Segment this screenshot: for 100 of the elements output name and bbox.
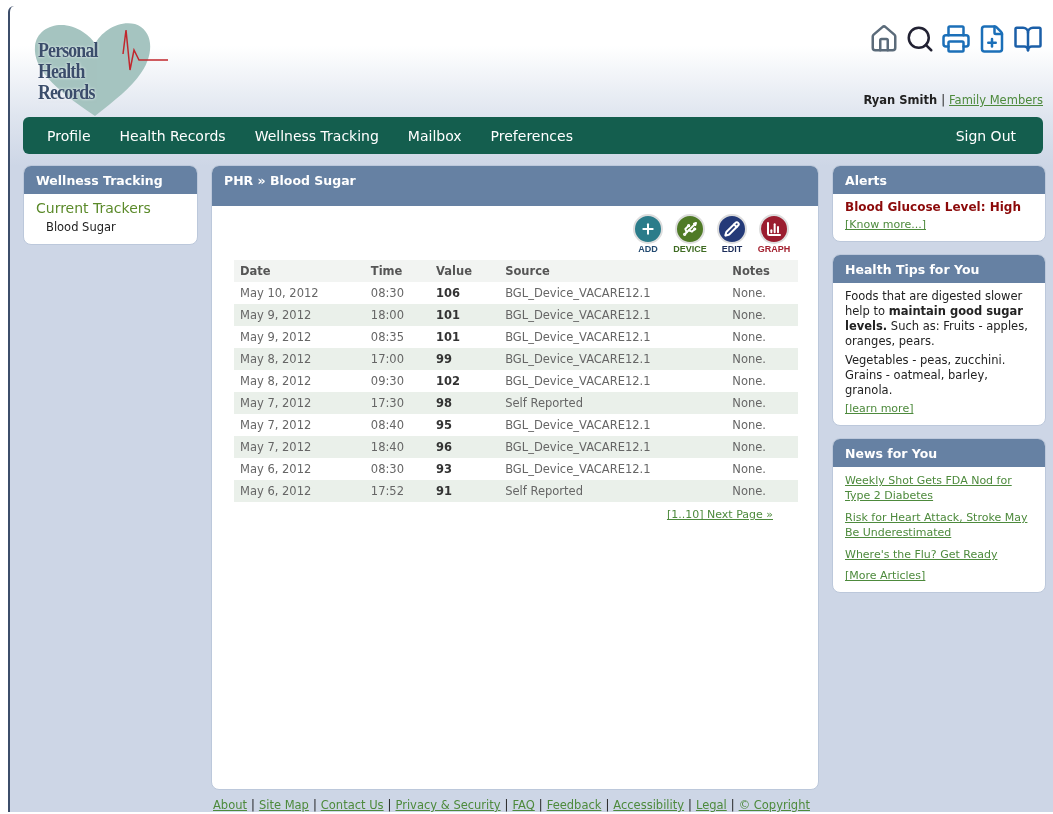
table-cell: 99 <box>429 348 500 370</box>
panel-title: News for You <box>833 439 1045 467</box>
table-cell: None. <box>726 458 798 480</box>
footer-link[interactable]: Site Map <box>258 798 309 812</box>
table-cell: 17:30 <box>364 392 430 414</box>
separator: | <box>387 798 392 812</box>
table-cell: 98 <box>429 392 500 414</box>
table-cell: 101 <box>429 304 500 326</box>
table-cell: BGL_Device_VACARE12.1 <box>499 348 727 370</box>
table-cell: None. <box>726 282 798 304</box>
column-header: Value <box>429 260 500 282</box>
table-cell: None. <box>726 348 798 370</box>
search-icon[interactable] <box>905 24 935 54</box>
table-cell: 91 <box>429 480 500 502</box>
nav-link[interactable]: Health Records <box>119 127 226 144</box>
tip-text: Foods that are digested slower help to maintain good sugar levels. Such as: Fruits - apples, oranges, pears. <box>845 289 1029 349</box>
table-cell: May 6, 2012 <box>234 480 365 502</box>
news-link[interactable]: Risk for Heart Attack, Stroke May Be Underestimated <box>845 510 1033 540</box>
table-cell: None. <box>726 392 798 414</box>
footer-link[interactable]: Contact Us <box>320 798 384 812</box>
column-header: Source <box>499 260 727 282</box>
footer-link[interactable]: FAQ <box>512 798 535 812</box>
pencil-icon <box>724 221 740 237</box>
breadcrumb: PHR » Blood Sugar <box>212 166 818 206</box>
sign-out-link[interactable]: Sign Out <box>955 127 1016 144</box>
table-cell: May 9, 2012 <box>234 326 365 348</box>
separator: | <box>251 798 255 812</box>
footer-link[interactable]: Privacy & Security <box>395 798 501 812</box>
table-cell: May 9, 2012 <box>234 304 365 326</box>
nav-link[interactable]: Profile <box>47 127 91 144</box>
panel-title: Wellness Tracking <box>24 166 197 194</box>
footer-link[interactable]: About <box>213 798 247 812</box>
separator: | <box>504 798 509 812</box>
separator: | <box>941 93 946 107</box>
table-cell: May 7, 2012 <box>234 436 365 458</box>
table-cell: May 8, 2012 <box>234 370 365 392</box>
column-header: Time <box>364 260 430 282</box>
table-cell: 09:30 <box>364 370 430 392</box>
nav-link[interactable]: Wellness Tracking <box>254 127 379 144</box>
nav-link[interactable]: Preferences <box>490 127 573 144</box>
plus-icon <box>640 221 656 237</box>
table-cell: None. <box>726 436 798 458</box>
table-cell: BGL_Device_VACARE12.1 <box>499 282 727 304</box>
table-cell: May 10, 2012 <box>234 282 365 304</box>
table-cell: 95 <box>429 414 500 436</box>
bar-chart-icon <box>766 221 782 237</box>
know-more-link[interactable]: [Know more...] <box>845 218 1033 231</box>
table-cell: 96 <box>429 436 500 458</box>
tracker-link[interactable]: Blood Sugar <box>36 220 185 234</box>
alert-message: Blood Glucose Level: High <box>845 200 1022 214</box>
table-cell: May 8, 2012 <box>234 348 365 370</box>
table-cell: BGL_Device_VACARE12.1 <box>499 304 727 326</box>
separator: | <box>605 798 610 812</box>
table-cell: 17:00 <box>364 348 430 370</box>
nav-link[interactable]: Mailbox <box>407 127 462 144</box>
table-cell: None. <box>726 304 798 326</box>
home-icon[interactable] <box>869 24 899 54</box>
table-cell: 08:35 <box>364 326 430 348</box>
table-cell: BGL_Device_VACARE12.1 <box>499 414 727 436</box>
table-cell: 101 <box>429 326 500 348</box>
table-cell: None. <box>726 370 798 392</box>
book-icon[interactable] <box>1013 24 1043 54</box>
learn-more-link[interactable]: [learn more] <box>845 402 1033 415</box>
table-cell: BGL_Device_VACARE12.1 <box>499 458 727 480</box>
table-cell: 08:40 <box>364 414 430 436</box>
table-cell: None. <box>726 480 798 502</box>
column-header: Notes <box>726 260 798 282</box>
panel-title: Alerts <box>833 166 1045 194</box>
news-link[interactable]: Weekly Shot Gets FDA Nod for Type 2 Diabetes <box>845 473 1033 503</box>
table-cell: 18:40 <box>364 436 430 458</box>
separator: | <box>688 798 692 812</box>
footer-link[interactable]: Accessibility <box>613 798 685 812</box>
table-cell: 08:30 <box>364 282 430 304</box>
column-header: Date <box>234 260 365 282</box>
footer-link[interactable]: Legal <box>695 798 727 812</box>
table-cell: 17:52 <box>364 480 430 502</box>
separator: | <box>312 798 317 812</box>
table-cell: May 7, 2012 <box>234 414 365 436</box>
separator: | <box>538 798 543 812</box>
section-heading: Current Trackers <box>36 200 152 216</box>
panel-title: Health Tips for You <box>833 255 1045 283</box>
separator: | <box>730 798 735 812</box>
footer-link[interactable]: Feedback <box>546 798 602 812</box>
table-cell: BGL_Device_VACARE12.1 <box>499 370 727 392</box>
news-link[interactable]: Where's the Flu? Get Ready <box>845 547 1033 562</box>
family-members-link[interactable]: Family Members <box>949 93 1043 107</box>
table-cell: 18:00 <box>364 304 430 326</box>
table-cell: 08:30 <box>364 458 430 480</box>
usb-icon <box>682 221 698 237</box>
table-cell: BGL_Device_VACARE12.1 <box>499 436 727 458</box>
table-cell: None. <box>726 414 798 436</box>
table-cell: May 7, 2012 <box>234 392 365 414</box>
table-cell: 102 <box>429 370 500 392</box>
table-cell: May 6, 2012 <box>234 458 365 480</box>
printer-icon[interactable] <box>941 24 971 54</box>
next-page-link[interactable]: [1..10] Next Page » <box>666 508 773 521</box>
footer-link[interactable]: © Copyright <box>738 798 810 812</box>
more-articles-link[interactable]: [More Articles] <box>845 569 1033 582</box>
table-cell: 106 <box>429 282 500 304</box>
table-cell: BGL_Device_VACARE12.1 <box>499 326 727 348</box>
